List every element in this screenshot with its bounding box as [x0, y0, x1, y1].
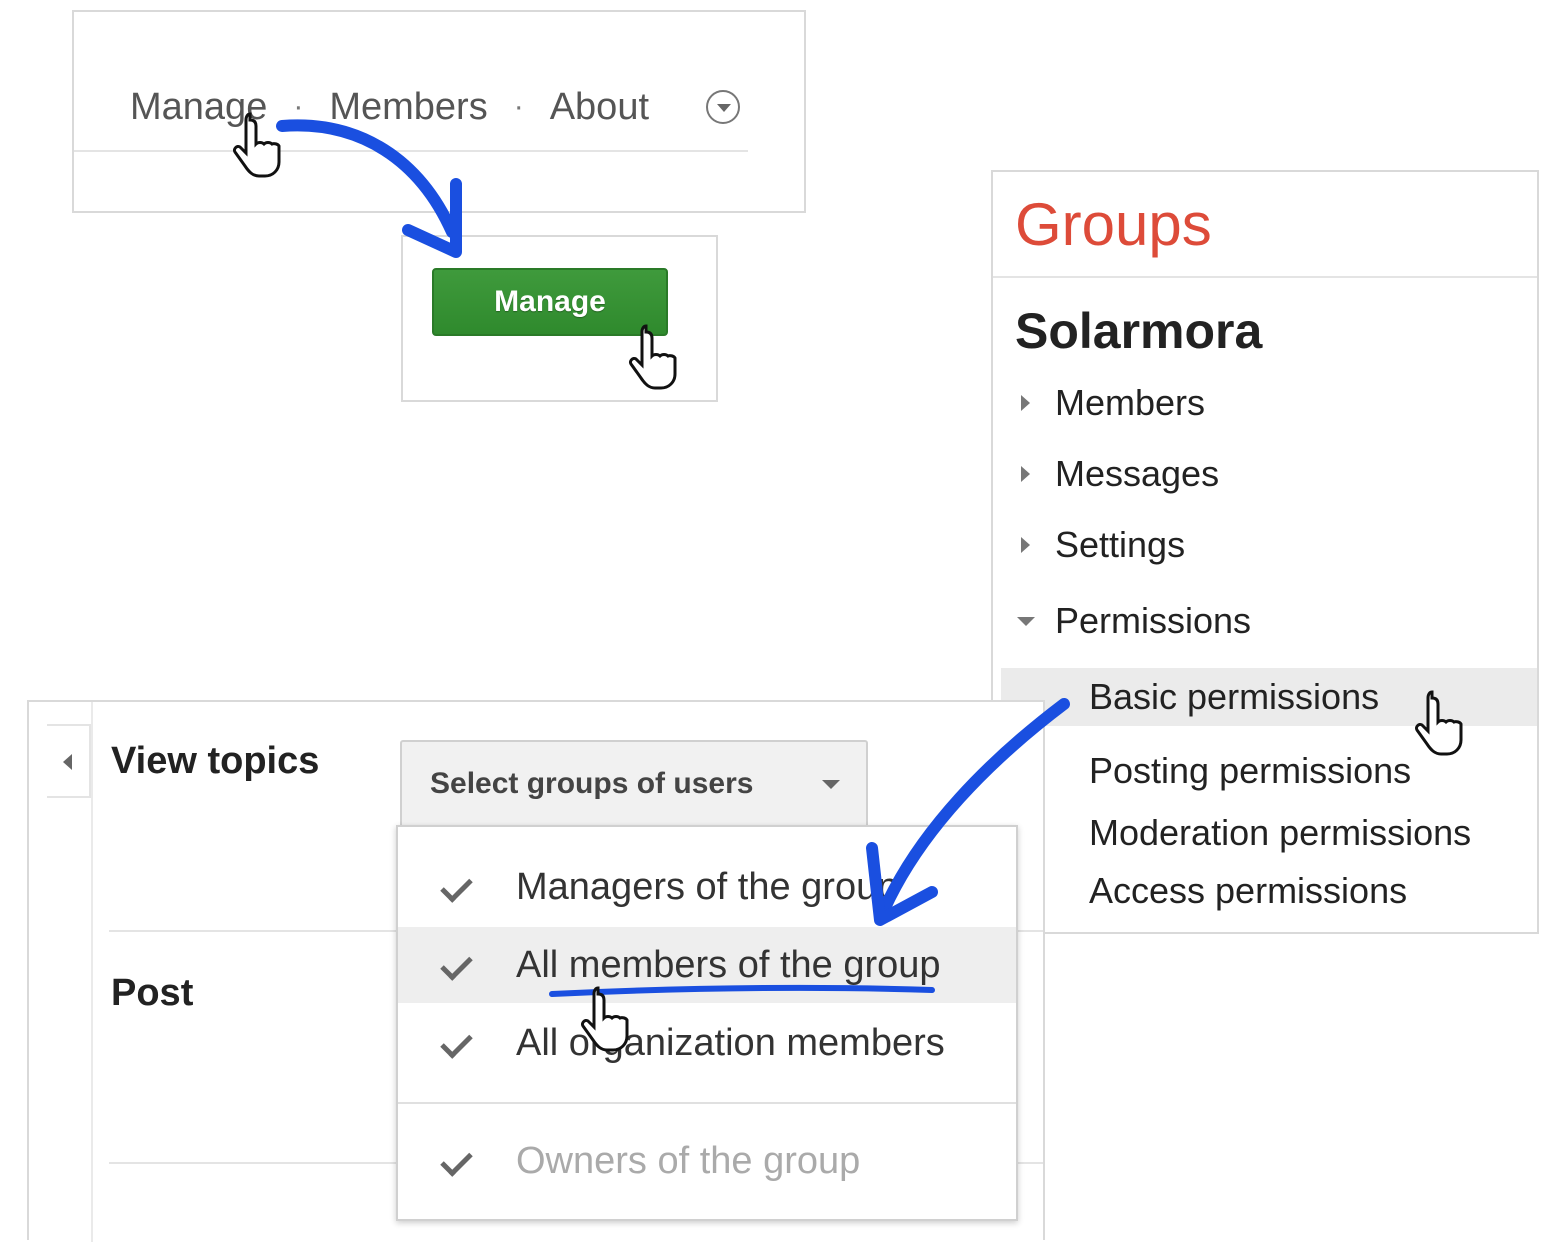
sidebar-item-label: Settings: [1055, 524, 1186, 565]
checkmark-icon: [444, 956, 474, 974]
manage-button[interactable]: Manage: [432, 268, 668, 336]
sidebar-item-messages[interactable]: Messages: [1015, 449, 1219, 499]
triangle-right-icon: [1015, 464, 1055, 484]
select-groups-dropdown[interactable]: Select groups of users: [400, 740, 868, 828]
nav-separator: ·: [293, 90, 304, 123]
option-label: All members of the group: [516, 943, 941, 986]
option-label: Managers of the group: [516, 865, 899, 908]
sidebar-item-members[interactable]: Members: [1015, 378, 1205, 428]
group-nav: Manage · Members · About: [130, 82, 649, 132]
divider: [74, 150, 748, 152]
checkmark-icon: [444, 1152, 474, 1170]
checkmark-icon: [444, 1034, 474, 1052]
triangle-down-icon: [1015, 611, 1055, 631]
groups-sidebar: Groups Solarmora Members Messages Settin…: [991, 170, 1539, 934]
nav-link-about[interactable]: About: [550, 86, 649, 129]
option-all-members[interactable]: All members of the group: [398, 927, 1016, 1003]
sidebar-subitem-posting-permissions[interactable]: Posting permissions: [1089, 750, 1411, 792]
group-name: Solarmora: [1015, 303, 1263, 359]
group-nav-panel: Manage · Members · About: [72, 10, 806, 213]
sidebar-item-label: Permissions: [1055, 600, 1252, 641]
sidebar-subitem-moderation-permissions[interactable]: Moderation permissions: [1089, 812, 1471, 854]
sidebar-item-label: Messages: [1055, 453, 1220, 494]
manage-button-panel: Manage: [401, 235, 718, 402]
option-owners: Owners of the group: [398, 1123, 1016, 1199]
nav-link-manage[interactable]: Manage: [130, 86, 267, 129]
option-label: Owners of the group: [516, 1139, 861, 1182]
select-groups-label: Select groups of users: [430, 767, 754, 800]
divider: [993, 276, 1537, 278]
sidebar-subitem-basic-permissions[interactable]: Basic permissions: [1089, 676, 1379, 718]
row-label-view-topics: View topics: [111, 740, 320, 782]
groups-logo[interactable]: Groups: [1015, 190, 1212, 259]
sidebar-item-settings[interactable]: Settings: [1015, 520, 1185, 570]
divider: [91, 702, 93, 1242]
sidebar-item-permissions[interactable]: Permissions: [1015, 596, 1251, 646]
triangle-right-icon: [1015, 393, 1055, 413]
caret-down-icon: [822, 780, 840, 789]
checkmark-icon: [444, 878, 474, 896]
triangle-right-icon: [1015, 535, 1055, 555]
row-label-post: Post: [111, 972, 194, 1014]
nav-link-members[interactable]: Members: [329, 86, 487, 129]
option-organization-members[interactable]: All organization members: [398, 1005, 1016, 1081]
collapse-sidebar-icon[interactable]: [47, 724, 91, 798]
sidebar-subitem-access-permissions[interactable]: Access permissions: [1089, 870, 1407, 912]
user-groups-menu: Managers of the group All members of the…: [396, 825, 1018, 1221]
chevron-down-icon[interactable]: [706, 90, 740, 124]
option-label: All organization members: [516, 1021, 945, 1064]
nav-separator: ·: [513, 90, 524, 123]
sidebar-item-label: Members: [1055, 382, 1206, 423]
divider: [398, 1102, 1016, 1104]
option-managers[interactable]: Managers of the group: [398, 849, 1016, 925]
